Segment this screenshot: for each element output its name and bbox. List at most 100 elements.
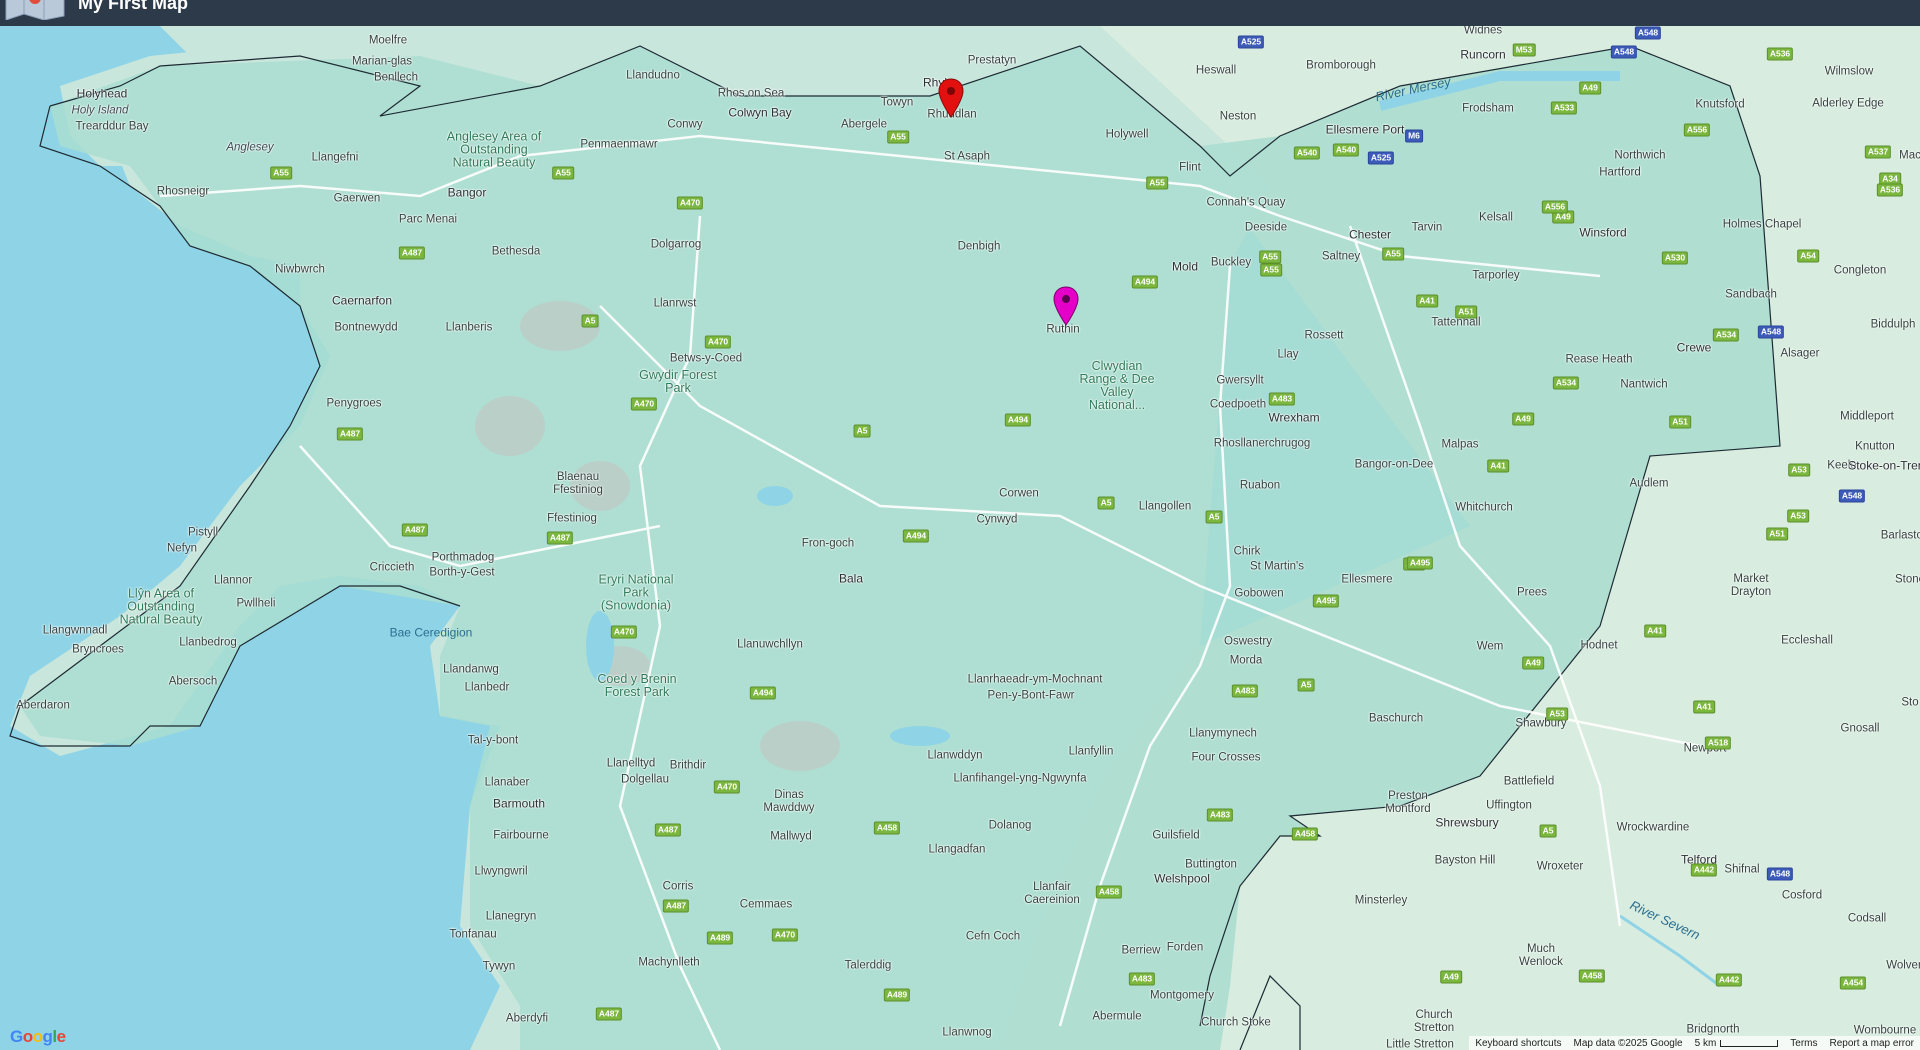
road-shield: A470	[630, 397, 658, 411]
label-cefn-coch: Cefn Coch	[965, 930, 1021, 943]
label-wrockwardine: Wrockwardine	[1616, 821, 1690, 834]
road-shield: A470	[771, 928, 799, 942]
road-shield: A556	[1683, 123, 1711, 137]
label-hartford: Hartford	[1599, 166, 1641, 179]
road-shield: A53	[1788, 463, 1810, 477]
road-shield: A5	[853, 424, 871, 438]
label-llanuwchllyn: Llanuwchllyn	[737, 638, 803, 651]
label-heswall: Heswall	[1195, 64, 1237, 77]
road-shield: A487	[546, 531, 574, 545]
label-abersoch: Abersoch	[168, 675, 218, 688]
label-dolgellau: Dolgellau	[621, 773, 669, 786]
label-criccieth: Criccieth	[369, 561, 415, 574]
road-shield: A51	[1455, 305, 1477, 319]
label-berriew: Berriew	[1121, 944, 1161, 957]
road-shield: A534	[1552, 376, 1580, 390]
road-shield: A487	[595, 1007, 623, 1021]
label-towyn: Towyn	[880, 96, 914, 109]
label-market-drayton: Market Drayton	[1730, 573, 1772, 598]
label-forden: Forden	[1166, 941, 1204, 954]
label-cemmaes: Cemmaes	[739, 898, 793, 911]
road-shield: A533	[1550, 101, 1578, 115]
keyboard-shortcuts-link[interactable]: Keyboard shortcuts	[1475, 1038, 1561, 1049]
label-wilmslow: Wilmslow	[1824, 65, 1874, 78]
label-alderley-edge: Alderley Edge	[1812, 97, 1884, 110]
label-alsager: Alsager	[1780, 347, 1820, 360]
label-welshpool: Welshpool	[1154, 871, 1210, 886]
label-betws-y-coed: Betws-y-Coed	[669, 352, 743, 365]
label-colwyn-bay: Colwyn Bay	[728, 105, 792, 120]
label-penygroes: Penygroes	[326, 397, 382, 410]
label-anglesey-aonb: Anglesey Area of Outstanding Natural Bea…	[446, 129, 542, 170]
label-coedpoeth: Coedpoeth	[1209, 398, 1267, 411]
label-penybontfawr: Pen-y-Bont-Fawr	[987, 689, 1075, 702]
road-shield: A470	[676, 196, 704, 210]
road-shield: A55	[1260, 263, 1282, 277]
label-wrexham: Wrexham	[1268, 410, 1320, 425]
road-shield: A495	[1406, 556, 1434, 570]
label-prestatyn: Prestatyn	[967, 54, 1017, 67]
map-attribution: Keyboard shortcuts Map data ©2025 Google…	[1469, 1036, 1920, 1050]
map-base	[0, 26, 1920, 1050]
label-rease-heath: Rease Heath	[1565, 353, 1633, 366]
map-canvas[interactable]: Moelfre Marian-glas Benllech Holyhead Ho…	[0, 26, 1920, 1050]
road-shield: A49	[1512, 412, 1534, 426]
label-much-wenlock: Much Wenlock	[1519, 943, 1563, 968]
label-mallwyd: Mallwyd	[770, 830, 812, 843]
label-rossett: Rossett	[1304, 329, 1344, 342]
label-church-stretton: Church Stretton	[1413, 1009, 1455, 1034]
road-shield: A556	[1541, 200, 1569, 214]
app-header: My First Map	[0, 0, 1920, 26]
label-tal-y-bont: Tal-y-bont	[467, 734, 519, 747]
label-abermule: Abermule	[1092, 1010, 1142, 1023]
label-aberdyfi: Aberdyfi	[505, 1012, 549, 1025]
label-knutsford: Knutsford	[1695, 98, 1745, 111]
road-shield: A49	[1579, 81, 1601, 95]
road-shield: A49	[1522, 656, 1544, 670]
road-shield: A470	[713, 780, 741, 794]
road-shield: A54	[1797, 249, 1819, 263]
label-oswestry: Oswestry	[1224, 635, 1272, 648]
label-malpas: Malpas	[1441, 438, 1479, 451]
road-shield: A5	[1205, 510, 1223, 524]
terms-link[interactable]: Terms	[1790, 1038, 1817, 1049]
road-shield: A458	[1578, 969, 1606, 983]
label-llyn-aonb: Llŷn Area of Outstanding Natural Beauty	[119, 586, 203, 627]
map-data-credit: Map data ©2025 Google	[1573, 1037, 1683, 1049]
label-frodsham: Frodsham	[1462, 102, 1514, 115]
marker-rhuddlan-pin-icon[interactable]	[938, 78, 964, 118]
label-penmaenmawr: Penmaenmawr	[580, 138, 658, 151]
label-holy-island: Holy Island	[71, 104, 129, 117]
label-audlem: Audlem	[1629, 477, 1669, 490]
label-bethesda: Bethesda	[491, 245, 541, 258]
road-shield: A483	[1206, 808, 1234, 822]
road-shield: A540	[1332, 143, 1360, 157]
label-pwllheli: Pwllheli	[236, 597, 276, 610]
label-llanberis: Llanberis	[445, 321, 493, 334]
report-error-link[interactable]: Report a map error	[1830, 1038, 1914, 1049]
road-shield: A536	[1876, 183, 1904, 197]
label-bae-ceredigion: Bae Ceredigion	[389, 625, 473, 640]
marker-ruthin-pin-icon[interactable]	[1053, 286, 1079, 326]
label-rhosllanerchrugog: Rhosllanerchrugog	[1213, 437, 1311, 450]
label-llanfihangel: Llanfihangel-yng-Ngwynfa	[953, 772, 1087, 785]
motorway-shield: A525	[1367, 151, 1395, 165]
label-wem: Wem	[1476, 640, 1504, 653]
label-widnes: Widnes	[1463, 26, 1503, 37]
road-shield: A55	[1382, 247, 1404, 261]
label-hodnet: Hodnet	[1580, 639, 1618, 652]
label-eccleshall: Eccleshall	[1781, 634, 1833, 647]
label-runcorn: Runcorn	[1460, 47, 1506, 62]
scale-bar[interactable]: 5 km	[1695, 1038, 1779, 1049]
label-rhos-on-sea: Rhos on Sea	[717, 87, 785, 100]
label-nefyn: Nefyn	[166, 542, 198, 555]
label-barmouth: Barmouth	[492, 796, 546, 811]
road-shield: A5	[1097, 496, 1115, 510]
road-shield: A494	[1004, 413, 1032, 427]
scale-label: 5 km	[1694, 1037, 1717, 1049]
road-shield: A536	[1766, 47, 1794, 61]
label-llanrwst: Llanrwst	[653, 297, 697, 310]
road-shield: A55	[887, 130, 909, 144]
label-ruabon: Ruabon	[1239, 479, 1281, 492]
label-wroxeter: Wroxeter	[1536, 860, 1584, 873]
